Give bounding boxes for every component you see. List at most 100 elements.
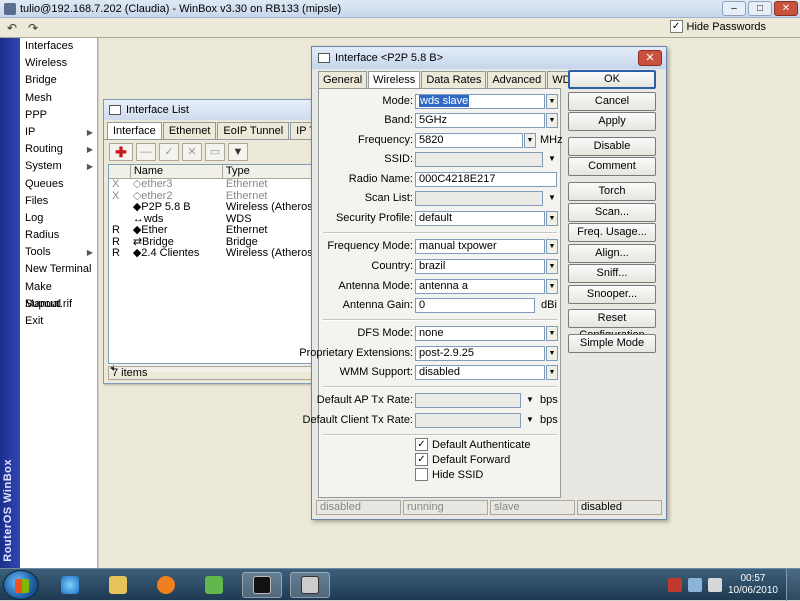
band-select[interactable]: 5GHz (415, 113, 545, 128)
ok-button[interactable]: OK (568, 70, 656, 89)
sidebar-item-make-supout-rif[interactable]: Make Supout.rif (20, 279, 97, 310)
disable-icon[interactable]: ✕ (182, 143, 202, 161)
table-row[interactable]: X ◇ether3 Ethernet (109, 179, 317, 191)
radio-name-input[interactable]: 000C4218E217 (415, 172, 557, 187)
default-authenticate-checkbox[interactable]: ✓ (415, 438, 428, 451)
hide-ssid-checkbox[interactable] (415, 468, 428, 481)
tab-data-rates[interactable]: Data Rates (421, 71, 487, 88)
scan-list-dropdown-icon[interactable]: ▼ (548, 193, 556, 202)
sidebar-item-exit[interactable]: Exit (20, 313, 97, 330)
remove-icon[interactable]: — (136, 143, 156, 161)
close-icon[interactable]: ✕ (774, 1, 798, 16)
comment-button[interactable]: Comment (568, 157, 656, 176)
apply-button[interactable]: Apply (568, 112, 656, 131)
ssid-dropdown-icon[interactable]: ▼ (548, 154, 556, 163)
interface-list-title-bar[interactable]: Interface List (104, 100, 322, 120)
sidebar-item-mesh[interactable]: Mesh (20, 90, 97, 107)
redo-icon[interactable]: ↷ (24, 20, 42, 36)
mode-dropdown-icon[interactable]: ▼ (546, 94, 558, 109)
default-forward-option[interactable]: ✓ Default Forward (415, 453, 510, 466)
country-select[interactable]: brazil (415, 259, 545, 274)
add-icon[interactable]: ✚ (109, 143, 133, 161)
antenna-mode-select[interactable]: antenna a (415, 279, 545, 294)
security-profile-select[interactable]: default (415, 211, 545, 226)
minimize-icon[interactable]: – (722, 1, 746, 16)
antenna-mode-dropdown-icon[interactable]: ▼ (546, 279, 558, 294)
taskbar-network-app[interactable] (194, 572, 234, 598)
tab-interface[interactable]: Interface (107, 122, 162, 139)
wmm-support-select[interactable]: disabled (415, 365, 545, 380)
torch-button[interactable]: Torch (568, 182, 656, 201)
comment-icon[interactable]: ▭ (205, 143, 225, 161)
table-row[interactable]: R ◆Ether Ethernet (109, 225, 317, 237)
frequency-mode-select[interactable]: manual txpower (415, 239, 545, 254)
ssid-input[interactable] (415, 152, 543, 167)
table-row[interactable]: R ◆2.4 Clientes Wireless (Atheros AR5... (109, 248, 317, 260)
default-ap-tx-rate-input[interactable] (415, 393, 521, 408)
wmm-support-dropdown-icon[interactable]: ▼ (546, 365, 558, 380)
default-authenticate-option[interactable]: ✓ Default Authenticate (415, 438, 530, 451)
cancel-button[interactable]: Cancel (568, 92, 656, 111)
proprietary-extensions-select[interactable]: post-2.9.25 (415, 346, 545, 361)
enable-icon[interactable]: ✓ (159, 143, 179, 161)
antenna-gain-input[interactable]: 0 (415, 298, 535, 313)
hide-passwords-checkbox[interactable]: ✓ (669, 20, 683, 33)
sidebar-item-radius[interactable]: Radius (20, 227, 97, 244)
show-desktop-button[interactable] (786, 569, 800, 601)
taskbar-winbox[interactable] (290, 572, 330, 598)
column-flag[interactable] (109, 165, 131, 178)
default-client-tx-rate-dropdown-icon[interactable]: ▼ (526, 415, 534, 424)
table-row[interactable]: ↔wds WDS (109, 214, 317, 226)
frequency-mode-dropdown-icon[interactable]: ▼ (546, 239, 558, 254)
dfs-mode-dropdown-icon[interactable]: ▼ (546, 326, 558, 341)
sidebar-item-queues[interactable]: Queues (20, 176, 97, 193)
tab-eoip-tunnel[interactable]: EoIP Tunnel (217, 122, 290, 139)
hide-ssid-option[interactable]: Hide SSID (415, 468, 483, 481)
frequency-select[interactable]: 5820 (415, 133, 523, 148)
tab-ethernet[interactable]: Ethernet (162, 122, 217, 139)
clock[interactable]: 00:57 10/06/2010 (728, 573, 778, 597)
scan-list-input[interactable] (415, 191, 543, 206)
simple-mode-button[interactable]: Simple Mode (568, 334, 656, 353)
freq-usage-button[interactable]: Freq. Usage... (568, 223, 656, 242)
sidebar-item-tools[interactable]: Tools ▶ (20, 244, 97, 261)
sidebar-item-wireless[interactable]: Wireless (20, 55, 97, 72)
table-row[interactable]: R ⇄Bridge Bridge (109, 236, 317, 249)
taskbar-media-player[interactable] (146, 572, 186, 598)
sidebar-item-system[interactable]: System ▶ (20, 158, 97, 175)
sidebar-item-ppp[interactable]: PPP (20, 107, 97, 124)
default-ap-tx-rate-dropdown-icon[interactable]: ▼ (526, 395, 534, 404)
flag-icon[interactable] (667, 578, 682, 592)
dfs-mode-select[interactable]: none (415, 326, 545, 341)
proprietary-extensions-dropdown-icon[interactable]: ▼ (546, 346, 558, 361)
sidebar-item-manual[interactable]: Manual (20, 296, 97, 313)
column-name[interactable]: Name (131, 165, 223, 178)
maximize-icon[interactable]: □ (748, 1, 772, 16)
sidebar-item-log[interactable]: Log (20, 210, 97, 227)
table-row[interactable]: X ◇ether2 Ethernet (109, 190, 317, 203)
default-client-tx-rate-input[interactable] (415, 413, 521, 428)
sidebar-item-files[interactable]: Files (20, 193, 97, 210)
tab-general[interactable]: General (318, 71, 368, 88)
sidebar-item-routing[interactable]: Routing ▶ (20, 141, 97, 158)
country-dropdown-icon[interactable]: ▼ (546, 259, 558, 274)
default-forward-checkbox[interactable]: ✓ (415, 453, 428, 466)
security-profile-dropdown-icon[interactable]: ▼ (546, 211, 558, 226)
undo-icon[interactable]: ↶ (3, 20, 21, 36)
close-icon[interactable]: ✕ (638, 50, 662, 66)
band-dropdown-icon[interactable]: ▼ (546, 113, 558, 128)
reset-configuration-button[interactable]: Reset Configuration (568, 309, 656, 341)
sidebar-item-interfaces[interactable]: Interfaces (20, 38, 97, 55)
mode-select[interactable]: wds slave (415, 94, 545, 109)
table-row[interactable]: ◆P2P 5.8 B Wireless (Atheros AR5... (109, 202, 317, 214)
dialog-title-bar[interactable]: Interface <P2P 5.8 B> (312, 47, 666, 69)
sniff-button[interactable]: Sniff... (568, 264, 656, 283)
frequency-dropdown-icon[interactable]: ▼ (524, 133, 536, 148)
tab-advanced[interactable]: Advanced (487, 71, 547, 88)
start-button[interactable] (3, 570, 39, 600)
sidebar-item-new-terminal[interactable]: New Terminal (20, 261, 97, 278)
taskbar-browser[interactable] (50, 572, 90, 598)
tab-wireless[interactable]: Wireless (368, 71, 421, 88)
sidebar-item-bridge[interactable]: Bridge (20, 72, 97, 89)
column-type[interactable]: Type (223, 165, 317, 178)
